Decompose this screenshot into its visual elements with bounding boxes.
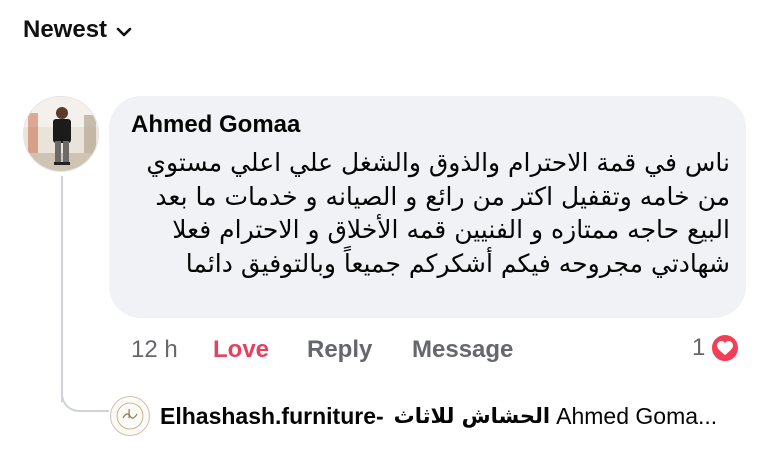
reaction-count: 1 [692,334,706,361]
reply-author[interactable]: Elhashash.furniture- [160,403,384,430]
comment-text: ناس في قمة الاحترام والذوق والشغل علي اع… [118,146,730,280]
comment-line: شهادتي مجروحه فيكم أشكركم جميعاً وبالتوف… [185,248,730,278]
comment-actions: 12 h Love Reply Message [131,334,513,366]
reply-preview-text: Ahmed Goma... [556,402,718,429]
comment-author[interactable]: Ahmed Gomaa [131,111,300,139]
heart-icon [710,333,741,363]
sort-label: Newest [23,16,108,43]
thread-connector [61,386,109,412]
comment-line: من خامه وتقفيل اكتر من رائع و الصيانه و … [155,181,730,211]
reply-avatar[interactable] [110,396,150,436]
reply-snippet: الحشاش للاثاث Ahmed Goma... [394,403,718,430]
comment-timestamp[interactable]: 12 h [131,336,213,364]
love-button[interactable]: Love [213,336,307,364]
reply-preview-row[interactable]: Elhashash.furniture- الحشاش للاثاث Ahmed… [110,396,717,436]
sort-dropdown[interactable]: Newest [23,16,133,44]
reply-author-arabic: الحشاش للاثاث [393,404,551,428]
message-button[interactable]: Message [412,336,513,364]
reply-button[interactable]: Reply [307,336,412,364]
reaction-summary[interactable]: 1 [692,333,741,363]
comment-line: ناس في قمة الاحترام والذوق والشغل علي اع… [146,148,730,177]
brand-logo-icon [116,402,144,430]
chevron-down-icon [116,27,132,36]
thread-line [61,176,63,402]
top-bar: Newest [0,0,768,64]
comment-line: البيع حاجه ممتازه و الفنيين قمه الأخلاق … [172,215,730,244]
profile-photo [24,97,98,171]
avatar[interactable] [23,96,99,172]
